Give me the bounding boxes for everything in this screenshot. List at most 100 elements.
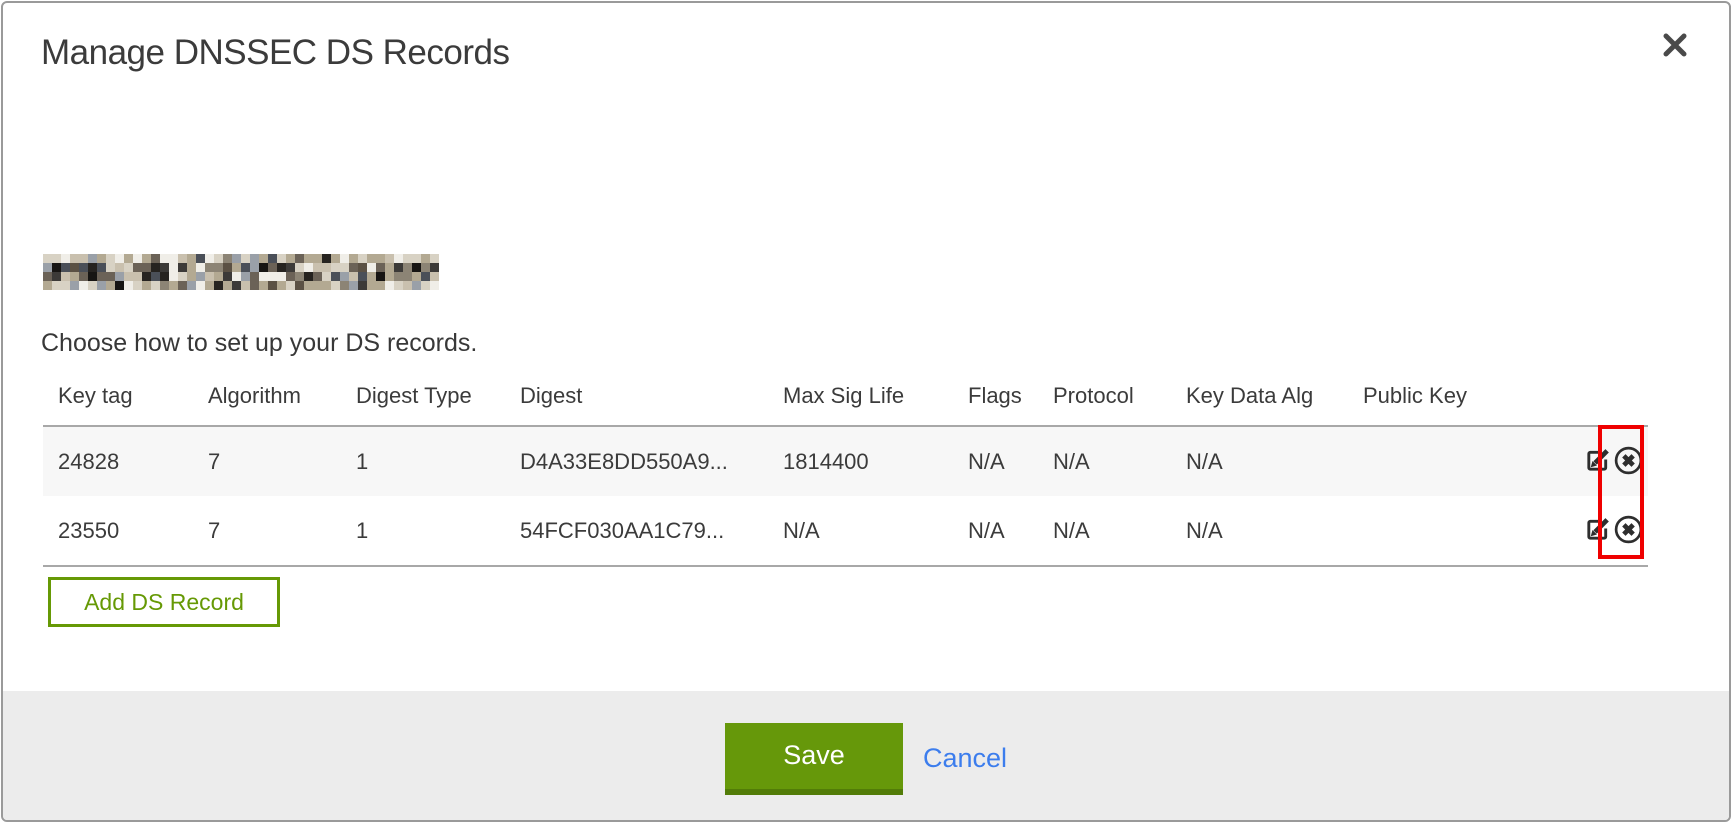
column-header: Key Data Alg (1171, 371, 1348, 426)
redaction-pixel (394, 272, 403, 281)
redaction-pixel (79, 281, 88, 290)
redaction-pixel (70, 263, 79, 272)
delete-record-icon[interactable] (1613, 514, 1644, 548)
redaction-pixel (394, 254, 403, 263)
redaction-pixel (376, 254, 385, 263)
column-header: Flags (953, 371, 1038, 426)
redaction-pixel (322, 272, 331, 281)
redaction-pixel (349, 281, 358, 290)
redaction-pixel (367, 272, 376, 281)
redaction-pixel (43, 272, 52, 281)
redaction-pixel (259, 263, 268, 272)
redaction-pixel (295, 263, 304, 272)
redaction-pixel (250, 254, 259, 263)
redaction-pixel (376, 281, 385, 290)
redaction-pixel (304, 254, 313, 263)
row-actions-cell (1563, 496, 1648, 566)
redaction-pixel (124, 281, 133, 290)
table-cell: N/A (1171, 426, 1348, 496)
redaction-pixel (88, 272, 97, 281)
redaction-pixel (70, 281, 79, 290)
column-header: Protocol (1038, 371, 1171, 426)
redaction-pixel (412, 281, 421, 290)
redaction-pixel (187, 281, 196, 290)
redaction-pixel (376, 272, 385, 281)
table-cell (1348, 496, 1563, 566)
redaction-pixel (79, 254, 88, 263)
add-ds-record-button[interactable]: Add DS Record (48, 577, 280, 627)
redaction-pixel (169, 272, 178, 281)
table-cell: N/A (1038, 426, 1171, 496)
redaction-pixel (286, 272, 295, 281)
edit-record-icon[interactable] (1584, 516, 1611, 546)
redaction-pixel (214, 254, 223, 263)
redaction-pixel (421, 254, 430, 263)
table-header-row: Key tagAlgorithmDigest TypeDigestMax Sig… (43, 371, 1648, 426)
redaction-pixel (61, 281, 70, 290)
redaction-pixel (187, 272, 196, 281)
redaction-pixel (331, 263, 340, 272)
redaction-pixel (214, 281, 223, 290)
redaction-pixel (115, 263, 124, 272)
redaction-pixel (313, 281, 322, 290)
table-cell: 1 (341, 496, 505, 566)
redaction-pixel (151, 281, 160, 290)
table-cell: 1814400 (768, 426, 953, 496)
redaction-pixel (403, 281, 412, 290)
redaction-pixel (430, 272, 439, 281)
redaction-pixel (169, 254, 178, 263)
cancel-link[interactable]: Cancel (923, 743, 1007, 774)
redaction-pixel (133, 281, 142, 290)
column-header: Algorithm (193, 371, 341, 426)
table-cell: 7 (193, 496, 341, 566)
redaction-pixel (241, 272, 250, 281)
redaction-pixel (295, 272, 304, 281)
redaction-pixel (430, 281, 439, 290)
redaction-pixel (97, 263, 106, 272)
redaction-pixel (313, 263, 322, 272)
redaction-pixel (178, 254, 187, 263)
redaction-pixel (223, 281, 232, 290)
table-cell: 54FCF030AA1C79... (505, 496, 768, 566)
redaction-pixel (205, 272, 214, 281)
table-cell: D4A33E8DD550A9... (505, 426, 768, 496)
redaction-pixel (340, 281, 349, 290)
redaction-pixel (232, 263, 241, 272)
edit-record-icon[interactable] (1584, 447, 1611, 477)
close-button[interactable] (1659, 29, 1691, 61)
redaction-pixel (232, 281, 241, 290)
redaction-pixel (304, 272, 313, 281)
redaction-pixel (142, 254, 151, 263)
column-header: Digest (505, 371, 768, 426)
redaction-pixel (151, 272, 160, 281)
redaction-pixel (232, 272, 241, 281)
delete-record-icon[interactable] (1613, 445, 1644, 479)
table-row: 2482871D4A33E8DD550A9...1814400N/AN/AN/A (43, 426, 1648, 496)
table-cell: N/A (768, 496, 953, 566)
redaction-pixel (223, 272, 232, 281)
redaction-pixel (430, 263, 439, 272)
redaction-pixel (385, 254, 394, 263)
redaction-pixel (223, 263, 232, 272)
redaction-pixel (322, 263, 331, 272)
redaction-pixel (421, 272, 430, 281)
redaction-pixel (250, 263, 259, 272)
redaction-pixel (88, 281, 97, 290)
table-row: 235507154FCF030AA1C79...N/AN/AN/AN/A (43, 496, 1648, 566)
redaction-pixel (187, 254, 196, 263)
redaction-pixel (124, 254, 133, 263)
redaction-pixel (340, 254, 349, 263)
redaction-pixel (178, 281, 187, 290)
save-button[interactable]: Save (725, 723, 903, 795)
redaction-pixel (286, 281, 295, 290)
redaction-pixel (358, 254, 367, 263)
redaction-pixel (142, 281, 151, 290)
redaction-pixel (232, 254, 241, 263)
table-cell: N/A (1171, 496, 1348, 566)
table-cell: N/A (953, 426, 1038, 496)
redaction-pixel (142, 263, 151, 272)
redaction-pixel (250, 281, 259, 290)
redaction-pixel (259, 254, 268, 263)
redaction-pixel (205, 263, 214, 272)
redaction-pixel (79, 272, 88, 281)
